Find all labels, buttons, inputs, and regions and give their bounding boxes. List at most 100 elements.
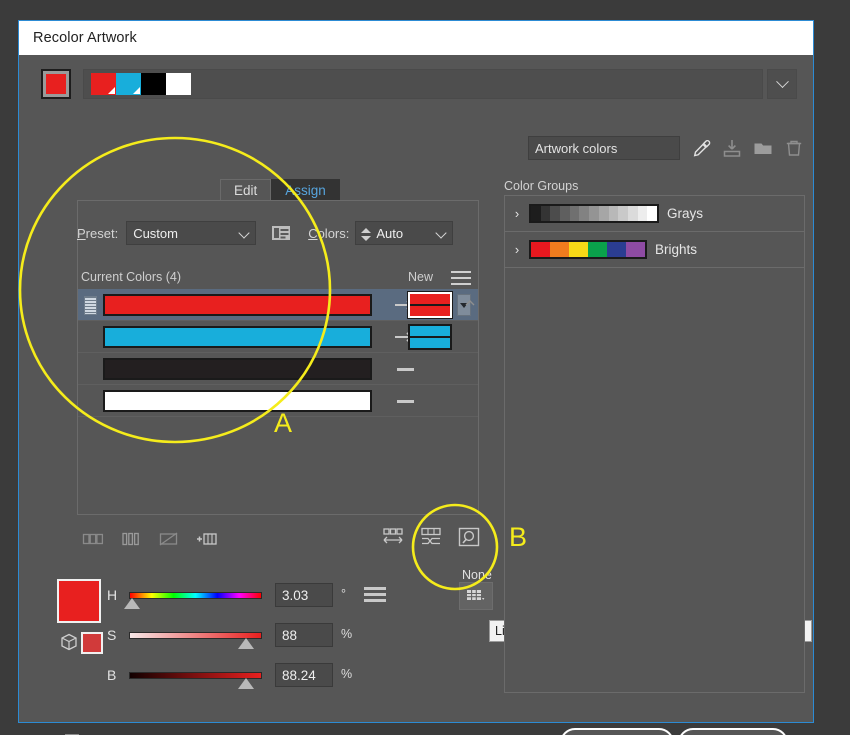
group-swatch: [618, 206, 628, 221]
slider-unit: %: [341, 667, 352, 681]
current-colors-label: Current Colors (4): [81, 270, 181, 284]
slider-label: S: [107, 627, 116, 643]
new-color-group-icon[interactable]: [752, 137, 774, 159]
artwork-swatch[interactable]: [166, 73, 191, 95]
slider-thumb[interactable]: [124, 598, 140, 609]
group-swatch: [588, 242, 607, 257]
current-colors-list: [78, 289, 478, 417]
group-swatch: [609, 206, 619, 221]
list-item[interactable]: › Grays: [505, 196, 804, 232]
color-group-swatch-strip[interactable]: [529, 240, 647, 259]
hamburger-menu-icon[interactable]: [451, 271, 471, 285]
group-swatch: [589, 206, 599, 221]
slider-value-input[interactable]: 88: [275, 623, 333, 647]
cancel-button[interactable]: Cancel: [678, 728, 788, 735]
new-color-divider: [410, 336, 450, 338]
group-swatch: [569, 242, 588, 257]
color-groups-panel: › Grays › Brights: [504, 195, 805, 693]
annotation-letter-a: A: [274, 408, 292, 439]
table-row[interactable]: [78, 353, 478, 385]
slider-row-b: B 88.24%: [107, 663, 367, 689]
slider-options-icon[interactable]: [364, 587, 386, 602]
slider-value-input[interactable]: 88.24: [275, 663, 333, 687]
no-new-color-dash-icon: [397, 400, 414, 403]
exclude-color-icon[interactable]: [157, 527, 181, 551]
new-color-bottom: [410, 337, 450, 348]
mode-tabs: Edit Assign: [220, 179, 340, 201]
merge-colors-icon[interactable]: [119, 527, 143, 551]
group-swatch: [626, 242, 645, 257]
new-color-swatch[interactable]: [408, 324, 452, 350]
color-group-name-input[interactable]: Artwork colors: [528, 136, 680, 160]
row-drag-handle[interactable]: [84, 296, 97, 315]
list-item[interactable]: › Brights: [505, 232, 804, 268]
group-swatch: [541, 206, 551, 221]
color-group-swatch-strip[interactable]: [529, 204, 659, 223]
save-swatches-icon[interactable]: [721, 137, 743, 159]
slider-thumb[interactable]: [238, 678, 254, 689]
screen: Recolor Artwork Artwork colors: [0, 0, 850, 735]
artwork-swatch[interactable]: [91, 73, 116, 95]
group-swatch: [570, 206, 580, 221]
group-swatch: [599, 206, 609, 221]
color-group-name-value: Artwork colors: [535, 141, 617, 156]
preset-select[interactable]: Custom: [126, 221, 256, 245]
slider-label: B: [107, 667, 116, 683]
current-color-swatch[interactable]: [103, 326, 372, 348]
trash-icon[interactable]: [783, 137, 805, 159]
slider-value-input[interactable]: 3.03: [275, 583, 333, 607]
slider-row-s: S 88%: [107, 623, 367, 649]
preset-options-icon[interactable]: [269, 221, 293, 245]
randomly-change-saturation-icon[interactable]: [419, 525, 443, 549]
current-color-swatch[interactable]: [103, 390, 372, 412]
new-color-swatch[interactable]: [408, 292, 452, 318]
top-swatch-bar: [41, 69, 797, 99]
swatch-library-icon[interactable]: [459, 582, 493, 610]
group-swatch: [531, 242, 550, 257]
artwork-swatch[interactable]: [141, 73, 166, 95]
color-group-name: Brights: [655, 242, 697, 257]
chevron-right-icon[interactable]: ›: [505, 206, 529, 221]
ok-button[interactable]: OK: [560, 728, 674, 735]
active-color-swatch[interactable]: [41, 69, 71, 99]
group-swatch: [607, 242, 626, 257]
chevron-down-icon[interactable]: [767, 69, 797, 99]
color-groups-title: Color Groups: [504, 179, 578, 193]
eyedropper-icon[interactable]: [690, 137, 712, 159]
group-swatch: [628, 206, 638, 221]
library-none-label: None: [462, 568, 492, 582]
current-color-swatch[interactable]: [103, 358, 372, 380]
table-row[interactable]: [78, 289, 478, 321]
preset-label: Preset:: [77, 226, 118, 241]
color-wheel-preview-icon[interactable]: [457, 525, 481, 549]
randomly-change-order-icon[interactable]: [381, 525, 405, 549]
slider-row-h: H3.03°: [107, 583, 367, 609]
artwork-swatch[interactable]: [116, 73, 141, 95]
tab-assign[interactable]: Assign: [271, 179, 340, 201]
current-color-swatch[interactable]: [103, 294, 372, 316]
group-swatch: [638, 206, 648, 221]
group-swatch: [579, 206, 589, 221]
foreground-color-swatch[interactable]: [57, 579, 101, 623]
colors-stepper[interactable]: [359, 222, 372, 246]
slider-unit: %: [341, 627, 352, 641]
slider-track[interactable]: [129, 592, 262, 599]
new-column-label: New: [408, 270, 433, 284]
scroll-up-nub-icon[interactable]: [465, 295, 475, 305]
colors-select[interactable]: Auto: [355, 221, 453, 245]
add-color-row-icon[interactable]: [195, 527, 219, 551]
swatch-corner-marker: [133, 87, 140, 94]
tab-edit[interactable]: Edit: [220, 179, 271, 201]
assign-tools-left: [81, 527, 219, 551]
table-row[interactable]: [78, 321, 478, 353]
chevron-right-icon[interactable]: ›: [505, 242, 529, 257]
separate-colors-icon[interactable]: [81, 527, 105, 551]
dialog-body: Artwork colors: [19, 55, 813, 722]
3d-cube-icon: [59, 632, 79, 652]
slider-thumb[interactable]: [238, 638, 254, 649]
out-of-gamut-color-swatch[interactable]: [81, 632, 103, 654]
artwork-swatch-strip[interactable]: [83, 69, 763, 99]
color-group-name: Grays: [667, 206, 703, 221]
group-swatch: [550, 242, 569, 257]
no-new-color-dash-icon: [397, 368, 414, 371]
